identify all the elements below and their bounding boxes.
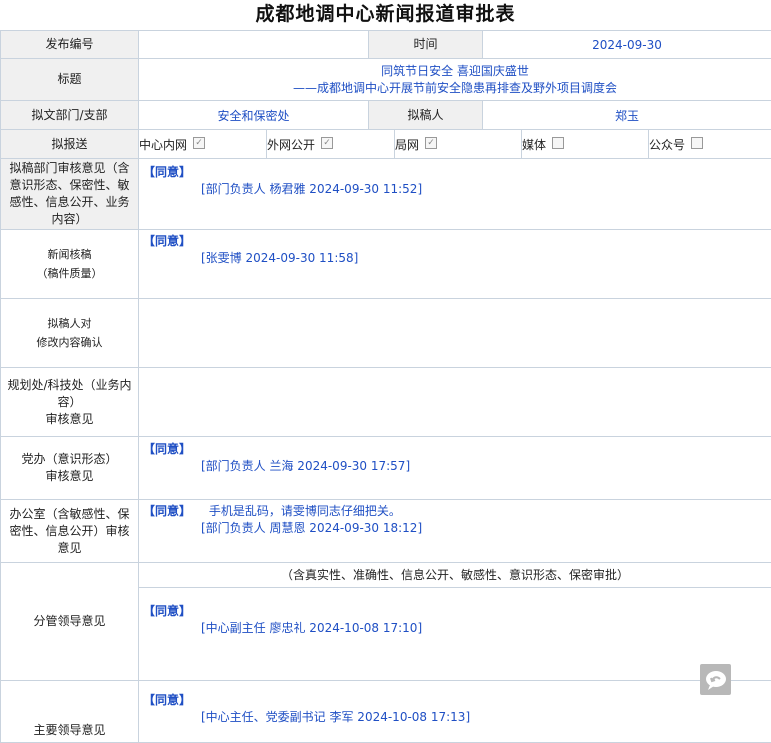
title-value: 同筑节日安全 喜迎国庆盛世 ——成都地调中心开展节前安全隐患再排查及野外项目调度…: [139, 59, 771, 101]
title-line-2: ——成都地调中心开展节前安全隐患再排查及野外项目调度会: [139, 80, 771, 97]
main-leader-content: 【同意】 [中心主任、党委副书记 李军 2024-10-08 17:13]: [139, 681, 771, 743]
confirm-label: 拟稿人对 修改内容确认: [1, 299, 139, 368]
send-label: 拟报送: [1, 130, 139, 159]
leader-content: （含真实性、准确性、信息公开、敏感性、意识形态、保密审批） 【同意】 [中心副主…: [139, 563, 771, 681]
leader-label: 分管领导意见: [1, 563, 139, 681]
checkbox-checked-icon[interactable]: ✓: [193, 137, 205, 149]
signature: [部门负责人 兰海 2024-09-30 17:57]: [139, 457, 771, 474]
chat-return-icon[interactable]: [700, 664, 731, 695]
agree-tag: 【同意】: [139, 163, 191, 180]
agree-tag: 【同意】: [139, 502, 191, 519]
dept-value: 安全和保密处: [139, 101, 369, 130]
news-check-label: 新闻核稿 （稿件质量）: [1, 230, 139, 299]
send-options: 中心内网✓ 外网公开✓ 局网✓ 媒体 公众号: [139, 130, 771, 158]
party-label: 党办（意识形态） 审核意见: [1, 437, 139, 500]
send-option-public[interactable]: 外网公开✓: [267, 130, 395, 158]
page-title: 成都地调中心新闻报道审批表: [0, 0, 771, 30]
office-comment: 手机是乱码，请雯博同志仔细把关。: [195, 504, 401, 518]
send-option-media[interactable]: 媒体: [522, 130, 649, 158]
send-option-intranet[interactable]: 中心内网✓: [139, 130, 267, 158]
title-line-1: 同筑节日安全 喜迎国庆盛世: [139, 63, 771, 80]
planning-content: [139, 368, 771, 437]
time-label: 时间: [369, 31, 483, 59]
signature: [部门负责人 杨君雅 2024-09-30 11:52]: [139, 180, 771, 197]
agree-tag: 【同意】: [139, 691, 191, 708]
send-option-bureau[interactable]: 局网✓: [395, 130, 522, 158]
drafter-value: 郑玉: [483, 101, 771, 130]
checkbox-icon[interactable]: [691, 137, 703, 149]
leader-note: （含真实性、准确性、信息公开、敏感性、意识形态、保密审批）: [139, 563, 771, 588]
confirm-content: [139, 299, 771, 368]
office-label: 办公室（含敏感性、保密性、信息公开）审核意见: [1, 500, 139, 563]
agree-tag: 【同意】: [139, 602, 191, 619]
checkbox-checked-icon[interactable]: ✓: [321, 137, 333, 149]
send-option-wechat[interactable]: 公众号: [649, 130, 771, 158]
title-label: 标题: [1, 59, 139, 101]
approval-table: 发布编号 时间 2024-09-30 标题 同筑节日安全 喜迎国庆盛世 ——成都…: [0, 30, 771, 743]
main-leader-label: 主要领导意见: [1, 681, 139, 743]
dept-review-label: 拟稿部门审核意见（含意识形态、保密性、敏感性、信息公开、业务内容）: [1, 159, 139, 230]
checkbox-checked-icon[interactable]: ✓: [425, 137, 437, 149]
planning-label: 规划处/科技处（业务内容） 审核意见: [1, 368, 139, 437]
agree-tag: 【同意】: [139, 232, 191, 249]
office-content: 【同意】 手机是乱码，请雯博同志仔细把关。 [部门负责人 周慧恩 2024-09…: [139, 500, 771, 563]
checkbox-icon[interactable]: [552, 137, 564, 149]
agree-tag: 【同意】: [139, 440, 191, 457]
signature: [中心副主任 廖忠礼 2024-10-08 17:10]: [139, 619, 771, 636]
signature: [中心主任、党委副书记 李军 2024-10-08 17:13]: [139, 708, 771, 725]
drafter-label: 拟稿人: [369, 101, 483, 130]
time-value: 2024-09-30: [483, 31, 771, 59]
dept-review-content: 【同意】 [部门负责人 杨君雅 2024-09-30 11:52]: [139, 159, 771, 230]
publish-no-label: 发布编号: [1, 31, 139, 59]
signature: [部门负责人 周慧恩 2024-09-30 18:12]: [139, 519, 771, 536]
publish-no-value: [139, 31, 369, 59]
dept-label: 拟文部门/支部: [1, 101, 139, 130]
news-check-content: 【同意】 [张雯博 2024-09-30 11:58]: [139, 230, 771, 299]
party-content: 【同意】 [部门负责人 兰海 2024-09-30 17:57]: [139, 437, 771, 500]
signature: [张雯博 2024-09-30 11:58]: [139, 249, 771, 266]
